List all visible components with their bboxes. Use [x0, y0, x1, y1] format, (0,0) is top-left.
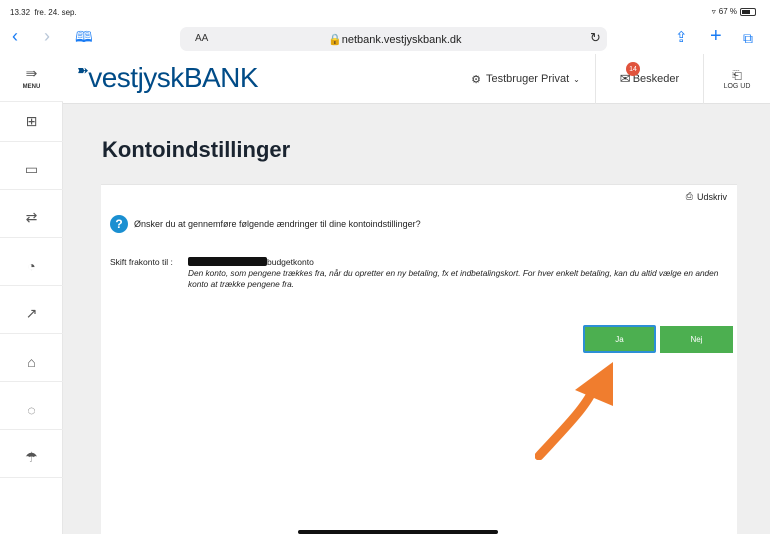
wifi-icon: ▿	[711, 7, 716, 16]
sidebar: ⇛ MENU ⊞ ▭ ⇄ ◔ ↗ ⌂ ◌ ☂	[0, 54, 63, 534]
change-label: Skift frakonto til :	[110, 257, 173, 267]
battery-icon	[740, 7, 756, 16]
bookmarks-icon[interactable]: 🕮	[75, 28, 93, 48]
house-icon: ⌂	[27, 353, 36, 370]
app-header: ➽vestjyskBANK ⚙ Testbruger Privat ⌄ ✉ 14…	[63, 54, 770, 104]
url-text[interactable]: 🔒netbank.vestjyskbank.dk	[328, 33, 462, 46]
messages-label: Beskeder	[632, 73, 680, 85]
transfer-icon: ⇄	[25, 209, 38, 225]
battery-percent: 67 %	[718, 7, 737, 16]
text-size-button[interactable]: AA	[195, 33, 208, 44]
menu-icon: ⇛	[25, 65, 38, 81]
umbrella-icon: ☂	[25, 449, 38, 465]
menu-button[interactable]: ⇛ MENU	[0, 54, 63, 102]
back-icon[interactable]: ‹	[12, 26, 18, 46]
change-description: Den konto, som pengene trækkes fra, når …	[188, 268, 719, 289]
sidebar-item-home[interactable]: ⌂	[0, 342, 63, 382]
forward-icon[interactable]: ›	[44, 26, 50, 46]
growth-chart-icon: ↗	[25, 305, 38, 321]
messages-badge: 14	[626, 62, 640, 76]
messages-button[interactable]: ✉ 14 Beskeder	[595, 54, 703, 104]
user-name: Testbruger Privat	[486, 73, 570, 85]
no-button[interactable]: Nej	[660, 326, 733, 353]
logout-button[interactable]: ⎗ LOG UD	[703, 54, 770, 104]
share-icon[interactable]: ⇪	[675, 28, 688, 48]
status-system-icons: ▿ 67 %	[712, 7, 756, 16]
new-tab-icon[interactable]: +	[710, 26, 722, 46]
annotation-arrow	[535, 362, 613, 460]
print-button[interactable]: ⎙ Udskriv	[686, 191, 727, 202]
piggy-bank-icon: ◌	[27, 401, 36, 418]
home-indicator	[298, 530, 498, 534]
sidebar-item-investment[interactable]: ↗	[0, 294, 63, 334]
logout-icon: ⎗	[732, 68, 742, 82]
sidebar-item-savings[interactable]: ◌	[0, 390, 63, 430]
sidebar-item-insurance[interactable]: ☂	[0, 438, 63, 478]
yes-button[interactable]: Ja	[583, 325, 656, 353]
change-value: budgetkonto	[188, 257, 314, 267]
sidebar-item-cards[interactable]: ▭	[0, 150, 63, 190]
account-name: budgetkonto	[267, 257, 314, 267]
pie-chart-icon: ◔	[27, 257, 36, 274]
user-menu[interactable]: ⚙ Testbruger Privat ⌄	[453, 54, 598, 104]
sidebar-item-budget[interactable]: ◔	[0, 246, 63, 286]
status-time: 13.32 fre. 24. sep.	[10, 8, 77, 17]
page-title: Kontoindstillinger	[102, 137, 291, 162]
chevron-down-icon: ⌄	[573, 74, 580, 84]
confirmation-card: ⎙ Udskriv ? Ønsker du at gennemføre følg…	[101, 184, 737, 534]
status-bar: 13.32 fre. 24. sep. ▿ 67 %	[0, 0, 770, 22]
menu-label: MENU	[22, 84, 41, 90]
card-icon: ▭	[24, 161, 39, 177]
gear-icon: ⚙	[471, 73, 481, 86]
logout-label: LOG UD	[723, 83, 751, 90]
redacted-account-number	[188, 257, 267, 266]
print-label: Udskriv	[696, 191, 727, 202]
bank-logo[interactable]: ➽vestjyskBANK	[77, 62, 259, 94]
question-icon: ?	[110, 215, 128, 233]
sidebar-item-overview[interactable]: ⊞	[0, 102, 63, 142]
confirmation-question: Ønsker du at gennemføre følgende ændring…	[134, 219, 421, 229]
reload-icon[interactable]: ↻	[590, 30, 601, 46]
grid-icon: ⊞	[25, 113, 38, 129]
sidebar-item-transfer[interactable]: ⇄	[0, 198, 63, 238]
logo-swoosh-icon: ➽	[77, 62, 89, 78]
tabs-icon[interactable]: ⧉	[743, 28, 753, 48]
browser-toolbar: ‹ › 🕮 AA 🔒netbank.vestjyskbank.dk ↻ ⇪ + …	[0, 22, 770, 54]
main-content: Kontoindstillinger ⎙ Udskriv ? Ønsker du…	[63, 104, 770, 534]
printer-icon: ⎙	[685, 191, 693, 201]
